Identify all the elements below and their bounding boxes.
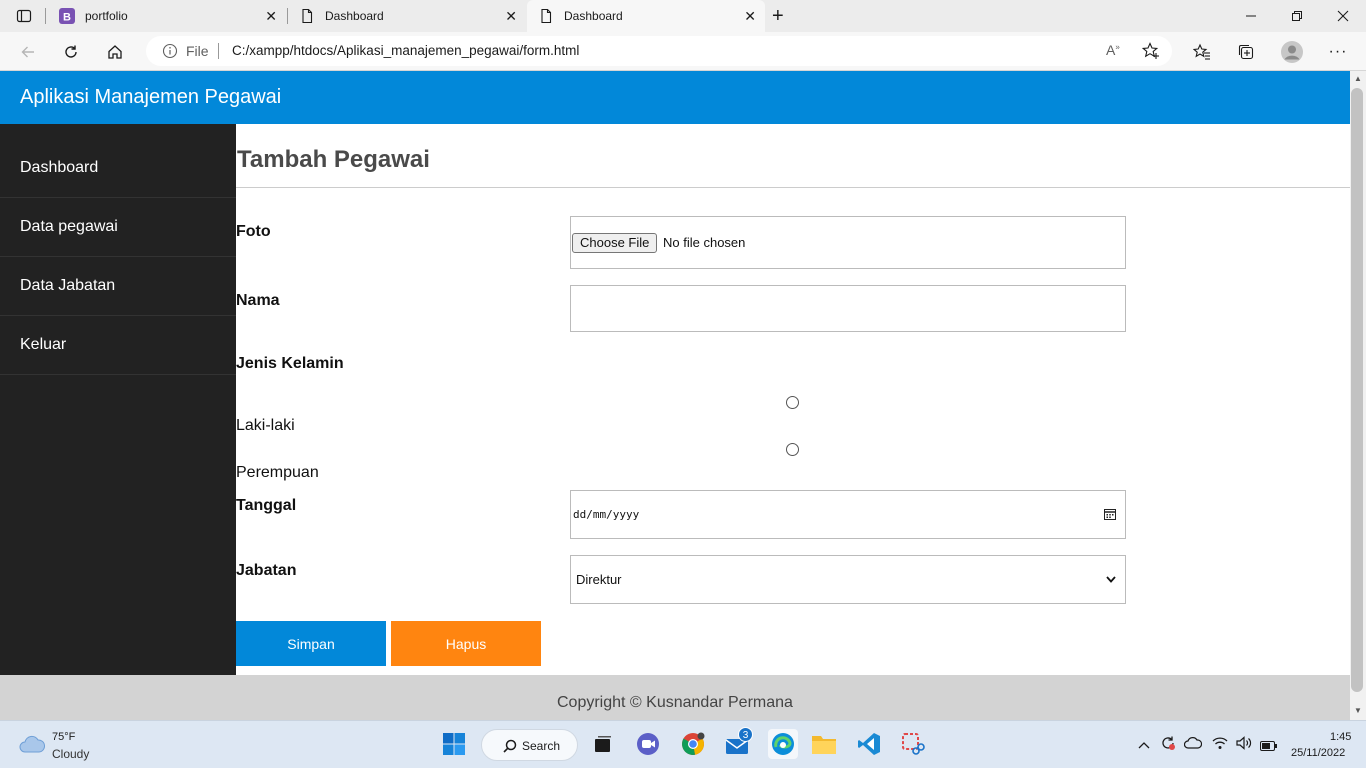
close-tab-icon[interactable]: ✕	[265, 8, 277, 24]
sidebar-item-data-jabatan[interactable]: Data Jabatan	[0, 257, 236, 316]
jenis-kelamin-label: Jenis Kelamin	[236, 355, 344, 372]
nama-input[interactable]	[570, 285, 1126, 332]
laki-laki-label: Laki-laki	[236, 417, 295, 434]
simpan-button[interactable]: Simpan	[236, 621, 386, 666]
search-label: Search	[522, 739, 561, 753]
collections-icon[interactable]	[1232, 38, 1260, 66]
refresh-icon[interactable]	[57, 38, 85, 66]
app-title: Aplikasi Manajemen Pegawai	[20, 86, 282, 108]
scrollbar-thumb[interactable]	[1351, 88, 1363, 692]
foto-file-input: Choose File No file chosen	[570, 216, 1126, 269]
page-title: Tambah Pegawai	[237, 146, 430, 173]
profile-avatar-icon[interactable]	[1278, 38, 1306, 66]
url-text[interactable]: C:/xampp/htdocs/Aplikasi_manajemen_pegaw…	[232, 43, 579, 58]
clock-time[interactable]: 1:45	[1330, 731, 1351, 743]
perempuan-radio[interactable]	[786, 443, 799, 456]
no-file-text: No file chosen	[663, 235, 746, 250]
url-scheme-label: File	[186, 43, 209, 59]
foto-label: Foto	[236, 223, 271, 240]
scroll-up-icon[interactable]: ▲	[1354, 74, 1362, 83]
perempuan-label: Perempuan	[236, 464, 319, 481]
weather-widget[interactable]: 75°F Cloudy	[0, 721, 110, 769]
tab-portfolio[interactable]: B portfolio ✕	[48, 0, 286, 32]
cloud-icon	[18, 734, 46, 759]
page-icon	[538, 8, 554, 24]
add-favorite-icon[interactable]	[1141, 42, 1160, 65]
mail-badge: 3	[738, 727, 753, 742]
file-explorer-icon[interactable]	[811, 731, 837, 757]
new-tab-icon[interactable]: +	[772, 6, 784, 26]
tanggal-label: Tanggal	[236, 497, 297, 514]
onedrive-icon[interactable]	[1183, 736, 1203, 755]
web-page: Aplikasi Manajemen Pegawai Dashboard Dat…	[0, 71, 1350, 720]
jabatan-label: Jabatan	[236, 562, 297, 579]
edge-icon[interactable]	[768, 729, 798, 759]
task-view-icon[interactable]	[590, 731, 616, 757]
sidebar-item-dashboard[interactable]: Dashboard	[0, 139, 236, 198]
tab-title: Dashboard	[325, 9, 384, 23]
sidebar-item-label: Dashboard	[20, 159, 99, 176]
search-icon	[503, 739, 517, 758]
tab-dashboard[interactable]: Dashboard ✕	[288, 0, 526, 32]
laki-laki-radio[interactable]	[786, 396, 799, 409]
teams-chat-icon[interactable]	[635, 731, 661, 757]
more-options-icon[interactable]: ···	[1324, 38, 1352, 66]
weather-temperature: 75°F	[52, 731, 76, 743]
sidebar-item-label: Data Jabatan	[20, 277, 116, 294]
wifi-icon[interactable]	[1212, 736, 1228, 755]
sidebar-item-data-pegawai[interactable]: Data pegawai	[0, 198, 236, 257]
windows-taskbar: 75°F Cloudy Search 3 1:45 25/11/2022	[0, 720, 1366, 768]
bootstrap-icon: B	[59, 8, 75, 24]
hapus-button[interactable]: Hapus	[391, 621, 541, 666]
browser-tab-strip: B portfolio ✕ Dashboard ✕ Dashboard ✕ +	[0, 0, 1366, 32]
choose-file-button[interactable]: Choose File	[572, 233, 658, 253]
svg-text:B: B	[63, 12, 71, 24]
battery-icon[interactable]	[1260, 738, 1278, 756]
tanggal-date-input[interactable]: dd/mm/yyyy	[570, 490, 1126, 539]
address-bar[interactable]: File C:/xampp/htdocs/Aplikasi_manajemen_…	[146, 36, 1172, 66]
taskbar-search[interactable]: Search	[481, 729, 578, 761]
windows-start-icon[interactable]	[441, 731, 467, 757]
jabatan-select[interactable]: Direktur	[570, 555, 1126, 604]
restore-icon[interactable]	[1274, 0, 1320, 32]
show-hidden-icons-icon[interactable]	[1138, 737, 1150, 755]
home-icon[interactable]	[101, 38, 129, 66]
sidebar-item-label: Keluar	[20, 336, 67, 353]
scroll-down-icon[interactable]: ▼	[1354, 706, 1362, 715]
weather-description: Cloudy	[52, 747, 90, 761]
sidebar: Dashboard Data pegawai Data Jabatan Kelu…	[0, 124, 236, 675]
close-window-icon[interactable]	[1320, 0, 1366, 32]
close-tab-icon[interactable]: ✕	[744, 8, 756, 24]
sidebar-item-label: Data pegawai	[20, 218, 118, 235]
tab-title: portfolio	[85, 9, 128, 23]
snipping-tool-icon[interactable]	[900, 731, 926, 757]
calendar-icon[interactable]	[1104, 507, 1116, 525]
info-icon[interactable]	[162, 43, 178, 64]
tab-dashboard-active[interactable]: Dashboard ✕	[527, 0, 765, 32]
page-footer: Copyright © Kusnandar Permana	[0, 675, 1350, 720]
back-icon[interactable]	[14, 38, 42, 66]
date-placeholder: dd/mm/yyyy	[573, 508, 640, 521]
close-tab-icon[interactable]: ✕	[505, 8, 517, 24]
chrome-icon[interactable]	[680, 731, 706, 757]
app-header: Aplikasi Manajemen Pegawai	[0, 71, 1350, 124]
clock-date[interactable]: 25/11/2022	[1291, 747, 1345, 759]
minimize-icon[interactable]	[1228, 0, 1274, 32]
mail-icon[interactable]: 3	[725, 727, 753, 757]
tab-title: Dashboard	[564, 9, 623, 23]
sync-icon[interactable]	[1160, 735, 1176, 756]
sidebar-item-keluar[interactable]: Keluar	[0, 316, 236, 375]
jabatan-selected-value: Direktur	[576, 572, 622, 587]
read-aloud-icon[interactable]: A»	[1106, 42, 1120, 58]
browser-toolbar: File C:/xampp/htdocs/Aplikasi_manajemen_…	[0, 32, 1366, 71]
vscode-icon[interactable]	[856, 731, 882, 757]
favorites-icon[interactable]	[1188, 38, 1216, 66]
volume-icon[interactable]	[1236, 736, 1252, 755]
tab-actions-icon[interactable]	[16, 8, 32, 29]
nama-label: Nama	[236, 292, 280, 309]
chevron-down-icon	[1105, 572, 1117, 590]
copyright-text: Copyright © Kusnandar Permana	[557, 694, 793, 711]
page-icon	[299, 8, 315, 24]
title-divider	[236, 187, 1350, 188]
